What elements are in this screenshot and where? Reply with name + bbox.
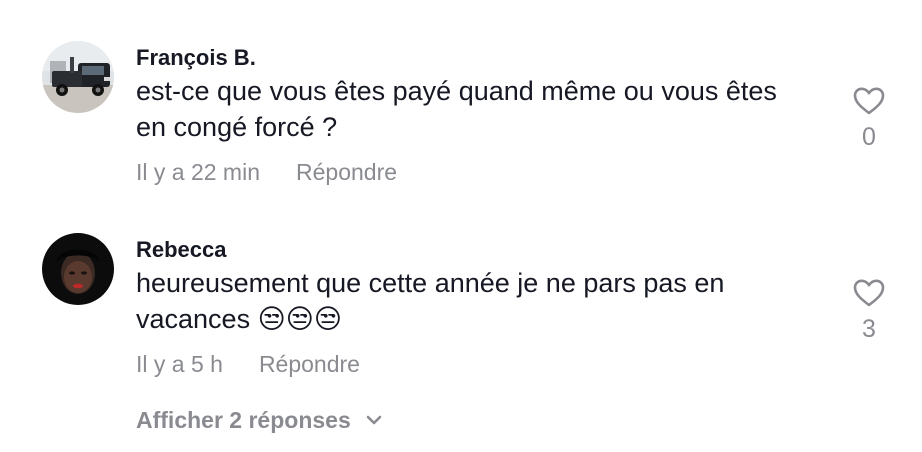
comment-username[interactable]: Rebecca [136,235,816,265]
comment-meta: Il y a 22 min Répondre [136,157,816,187]
avatar[interactable] [42,41,114,113]
comment-text-content: est-ce que vous êtes payé quand même ou … [136,76,777,142]
show-replies-label: Afficher 2 réponses [136,407,351,433]
comment-username[interactable]: François B. [136,43,816,73]
like-button[interactable]: 3 [850,278,888,342]
avatar[interactable] [42,233,114,305]
heart-icon [853,87,885,115]
comment-timestamp: Il y a 5 h [136,351,223,377]
like-count: 3 [862,315,876,343]
like-count: 0 [862,123,876,151]
comment-meta: Il y a 5 h Répondre [136,349,816,379]
reply-button[interactable]: Répondre [296,159,397,185]
comment-text-content: heureusement que cette année je ne pars … [136,268,725,334]
comment-timestamp: Il y a 22 min [136,159,260,185]
tow-truck-photo-icon [42,41,114,113]
like-button[interactable]: 0 [850,86,888,150]
comment-text: heureusement que cette année je ne pars … [136,265,796,337]
person-photo-icon [42,233,114,305]
show-replies-button[interactable]: Afficher 2 réponses [136,405,383,435]
previous-comment-fragment [136,0,396,4]
heart-icon [853,279,885,307]
chevron-down-icon [366,415,382,425]
comment-text: est-ce que vous êtes payé quand même ou … [136,73,796,145]
reply-button[interactable]: Répondre [259,351,360,377]
